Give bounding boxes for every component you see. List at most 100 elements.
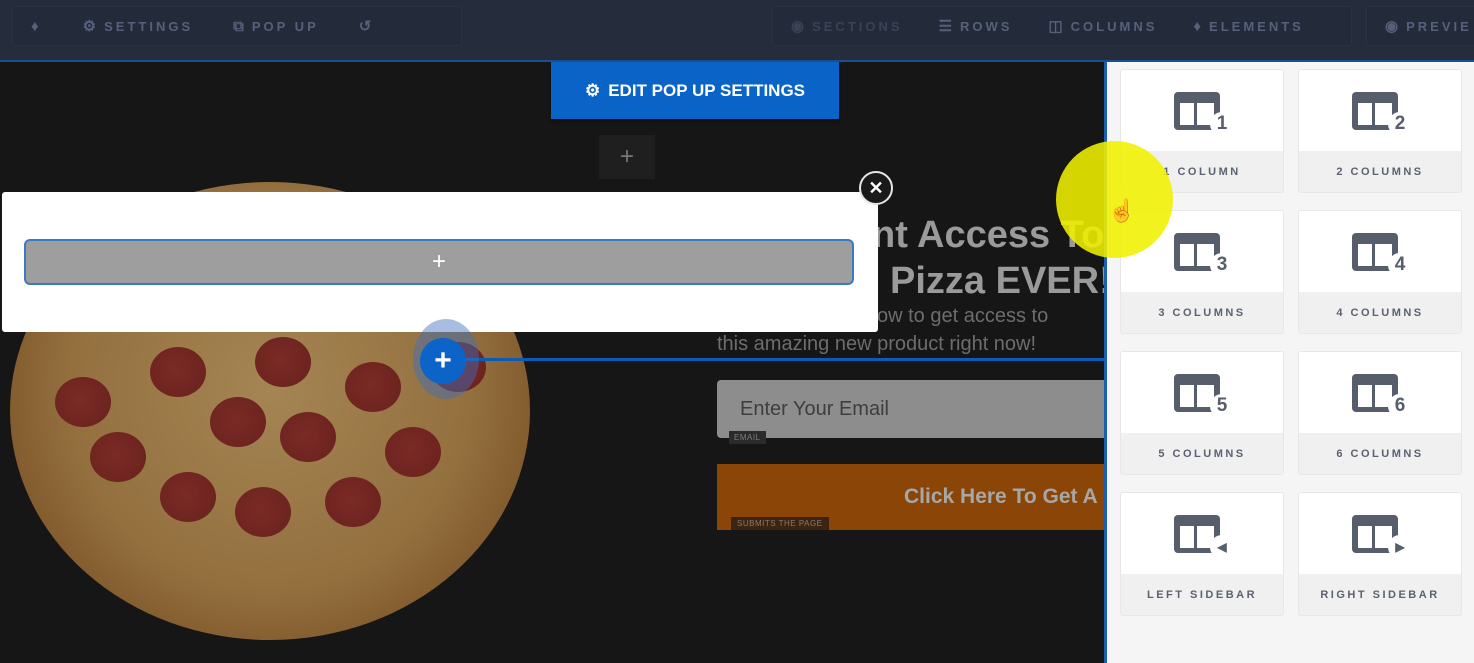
- hand-cursor-icon: ☝: [1108, 198, 1136, 223]
- close-icon: ✕: [868, 177, 884, 198]
- card-label: 6 COLUMNS: [1299, 433, 1461, 474]
- rows-button[interactable]: ☰ ROWS: [921, 7, 1031, 45]
- sections-button[interactable]: ◉ SECTIONS: [773, 7, 921, 45]
- gear-icon: ⚙: [584, 80, 601, 100]
- column-layout-card[interactable]: 5 5 COLUMNS: [1120, 351, 1284, 475]
- columns-layout-icon: ▶: [1352, 513, 1412, 559]
- preview-button[interactable]: ◉ PREVIE: [1367, 7, 1474, 45]
- card-icon-area: 4: [1299, 211, 1461, 294]
- column-count-badge: 4: [1388, 252, 1412, 277]
- pepperoni: [385, 427, 441, 477]
- email-field-tag: EMAIL: [729, 431, 766, 444]
- plus-icon: +: [619, 143, 634, 170]
- sections-icon: ◉: [791, 18, 805, 35]
- pepperoni: [325, 477, 381, 527]
- pepperoni: [235, 487, 291, 537]
- columns-layout-icon: 2: [1352, 90, 1412, 136]
- column-layout-card[interactable]: ▶ RIGHT SIDEBAR: [1298, 492, 1462, 616]
- toolbar-preview-group: ◉ PREVIE: [1366, 6, 1474, 46]
- plus-icon: +: [431, 248, 446, 275]
- settings-button[interactable]: ⚙ SETTINGS: [57, 7, 211, 45]
- elements-button[interactable]: ♦ ELEMENTS: [1175, 7, 1321, 45]
- pepperoni: [210, 397, 266, 447]
- columns-icon: ◫: [1048, 18, 1063, 35]
- undo-icon: ↺: [358, 18, 372, 35]
- card-icon-area: ◀: [1121, 493, 1283, 576]
- card-label: RIGHT SIDEBAR: [1299, 574, 1461, 615]
- column-count-badge: 6: [1388, 393, 1412, 418]
- edit-popup-settings-button[interactable]: ⚙ EDIT POP UP SETTINGS: [551, 62, 839, 119]
- undo-button[interactable]: ↺: [337, 7, 390, 45]
- top-toolbar: ♦ ⚙ SETTINGS ⧉ POP UP ↺ ◉ SECTIONS ☰ ROWS ◫ C…: [0, 0, 1474, 62]
- columns-layout-icon: ◀: [1174, 513, 1234, 559]
- columns-layout-icon: 4: [1352, 231, 1412, 277]
- toolbar-right-group: ◉ SECTIONS ☰ ROWS ◫ COLUMNS ♦ ELEMENTS: [772, 6, 1352, 46]
- columns-layout-icon: 6: [1352, 372, 1412, 418]
- columns-layout-icon: 3: [1174, 231, 1234, 277]
- card-label: 4 COLUMNS: [1299, 292, 1461, 333]
- card-icon-area: 1: [1121, 70, 1283, 153]
- column-count-badge: 1: [1210, 111, 1234, 136]
- columns-panel: 11 COLUMN 2 2 COLUMNS 3 3 COLUMNS 4 4 COLUMNS 5…: [1104, 62, 1474, 663]
- add-row-button[interactable]: +: [420, 338, 466, 384]
- pepperoni: [160, 472, 216, 522]
- cta-action-tag: SUBMITS THE PAGE: [731, 517, 829, 530]
- pepperoni: [255, 337, 311, 387]
- headline-line-2: Pizza EVER!: [890, 260, 1104, 302]
- columns-layout-icon: 1: [1174, 90, 1234, 136]
- column-layout-grid: 11 COLUMN 2 2 COLUMNS 3 3 COLUMNS 4 4 COLUMNS 5…: [1120, 69, 1462, 616]
- eye-icon: ◉: [1385, 18, 1399, 35]
- popup-close-button[interactable]: ✕: [859, 171, 893, 205]
- settings-label: SETTINGS: [104, 18, 194, 34]
- edit-popup-settings-label: EDIT POP UP SETTINGS: [608, 80, 806, 100]
- columns-button[interactable]: ◫ COLUMNS: [1030, 7, 1175, 45]
- page-canvas: ⚙ EDIT POP UP SETTINGS + nt Access To Pi…: [0, 62, 1104, 663]
- columns-label: COLUMNS: [1070, 18, 1158, 34]
- pepperoni: [55, 377, 111, 427]
- email-placeholder: Enter Your Email: [740, 397, 889, 420]
- card-label: LEFT SIDEBAR: [1121, 574, 1283, 615]
- flame-icon: ♦: [31, 17, 39, 35]
- add-section-button[interactable]: +: [599, 135, 655, 179]
- pepperoni: [345, 362, 401, 412]
- column-layout-card[interactable]: ◀ LEFT SIDEBAR: [1120, 492, 1284, 616]
- card-icon-area: 6: [1299, 352, 1461, 435]
- row-insert-line: [462, 358, 1104, 361]
- rows-label: ROWS: [960, 18, 1013, 34]
- column-count-badge: ◀: [1210, 534, 1234, 559]
- subheadline-line-2: this amazing new product right now!: [717, 333, 1037, 355]
- logo-button[interactable]: ♦: [13, 7, 57, 45]
- sections-label: SECTIONS: [812, 18, 903, 34]
- column-count-badge: 5: [1210, 393, 1234, 418]
- column-layout-card[interactable]: 6 6 COLUMNS: [1298, 351, 1462, 475]
- elements-icon: ♦: [1193, 17, 1202, 35]
- plus-icon: +: [434, 344, 452, 377]
- card-label: 2 COLUMNS: [1299, 151, 1461, 192]
- popup-button[interactable]: ⧉ POP UP: [211, 7, 337, 45]
- columns-layout-icon: 5: [1174, 372, 1234, 418]
- column-count-badge: 2: [1388, 111, 1412, 136]
- popup-add-row-button[interactable]: +: [24, 239, 854, 285]
- card-icon-area: ▶: [1299, 493, 1461, 576]
- column-layout-card[interactable]: 2 2 COLUMNS: [1298, 69, 1462, 193]
- pepperoni: [150, 347, 206, 397]
- email-input[interactable]: Enter Your Email: [717, 380, 1104, 438]
- card-label: 3 COLUMNS: [1121, 292, 1283, 333]
- card-label: 5 COLUMNS: [1121, 433, 1283, 474]
- column-count-badge: ▶: [1388, 534, 1412, 559]
- cta-label: Click Here To Get A: [904, 485, 1098, 508]
- rows-icon: ☰: [938, 18, 953, 35]
- popup-icon: ⧉: [233, 17, 244, 35]
- card-icon-area: 5: [1121, 352, 1283, 435]
- column-count-badge: 3: [1210, 252, 1234, 277]
- pepperoni: [280, 412, 336, 462]
- pepperoni: [90, 432, 146, 482]
- elements-label: ELEMENTS: [1209, 18, 1304, 34]
- popup-modal: +: [2, 192, 878, 332]
- gears-icon: ⚙: [82, 18, 97, 35]
- preview-label: PREVIE: [1406, 18, 1472, 34]
- toolbar-left-group: ♦ ⚙ SETTINGS ⧉ POP UP ↺: [12, 6, 462, 46]
- card-icon-area: 2: [1299, 70, 1461, 153]
- popup-label: POP UP: [251, 18, 319, 34]
- column-layout-card[interactable]: 4 4 COLUMNS: [1298, 210, 1462, 334]
